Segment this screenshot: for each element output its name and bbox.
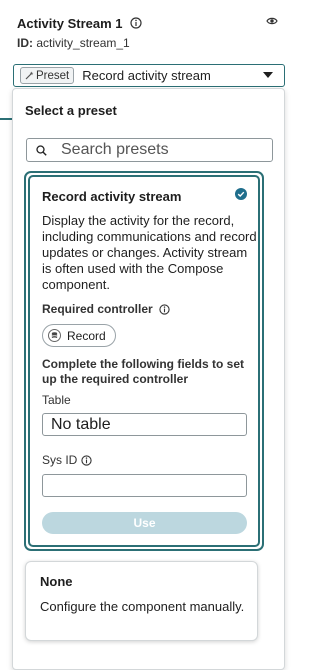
required-controller-label: Required controller [42, 302, 170, 316]
preset-card-description: Display the activity for the record, inc… [42, 213, 257, 292]
preset-badge-label: Preset [36, 69, 70, 82]
preset-badge: Preset [20, 67, 75, 84]
preset-selected-value: Record activity stream [82, 68, 211, 83]
required-controller-text: Required controller [42, 302, 153, 316]
chevron-down-icon[interactable] [263, 72, 273, 78]
controller-pill-label: Record [67, 328, 106, 343]
info-icon[interactable] [129, 17, 142, 29]
use-button[interactable]: Use [42, 512, 247, 534]
table-field[interactable]: No table [42, 413, 247, 436]
preset-card-title: Record activity stream [42, 189, 182, 204]
wand-icon [25, 71, 34, 80]
preset-card-record-activity-stream[interactable]: Record activity stream Display the activ… [24, 171, 264, 551]
component-header: Activity Stream 1 ID: activity_stream_1 [17, 14, 278, 50]
title-row: Activity Stream 1 [17, 14, 278, 32]
sys-id-text: Sys ID [42, 453, 78, 467]
eye-icon[interactable] [266, 16, 278, 26]
search-box[interactable] [26, 138, 273, 162]
search-input[interactable] [61, 141, 251, 159]
controller-pill: Record [42, 324, 116, 347]
component-title: Activity Stream 1 [17, 15, 123, 31]
table-label: Table [42, 393, 71, 407]
preset-card-inner: Record activity stream Display the activ… [28, 175, 260, 547]
info-icon[interactable] [159, 303, 170, 315]
database-icon [48, 329, 61, 342]
search-icon [36, 144, 47, 156]
preset-card-title: None [40, 574, 73, 589]
id-label: ID: [17, 36, 33, 50]
id-value: activity_stream_1 [36, 36, 130, 50]
preset-card-description: Configure the component manually. [40, 599, 245, 614]
complete-fields-note: Complete the following fields to set up … [42, 357, 245, 386]
sys-id-label: Sys ID [42, 453, 92, 467]
preset-card-none[interactable]: None Configure the component manually. [25, 561, 258, 641]
sys-id-field[interactable] [42, 474, 247, 497]
info-icon[interactable] [81, 454, 92, 466]
preset-dropdown: Select a preset Record activity stream D… [12, 88, 285, 670]
preset-select[interactable]: Preset Record activity stream [13, 64, 285, 87]
check-circle-icon [235, 188, 247, 200]
component-id: ID: activity_stream_1 [17, 36, 278, 50]
dropdown-title: Select a preset [25, 103, 117, 118]
tab-indicator [0, 118, 12, 120]
